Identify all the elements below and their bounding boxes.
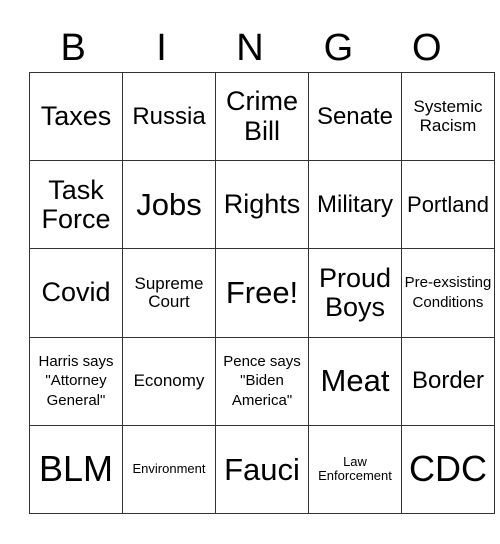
bingo-cell[interactable]: Environment [122,424,216,515]
bingo-cell[interactable]: Proud Boys [308,248,402,338]
bingo-cell[interactable]: CDC [401,424,495,515]
bingo-cell-text: Border [411,367,485,395]
bingo-cell[interactable]: Russia [122,71,216,162]
bingo-cell-text: Senate [316,102,394,130]
bingo-cell[interactable]: Jobs [122,160,216,250]
bingo-row: Harris says "Attorney General" Economy Pen… [29,336,495,426]
bingo-cell[interactable]: Rights [215,160,309,250]
bingo-row: Task Force Jobs Rights Military Portland [29,160,495,250]
bingo-cell[interactable]: Pre-exsisting Conditions [401,248,495,338]
bingo-grid: Taxes Russia Crime Bill Senate Systemic Raci… [29,71,495,515]
bingo-cell-text: Systemic Racism [413,97,483,135]
header-letter-o: O [411,27,442,69]
bingo-cell[interactable]: Systemic Racism [401,71,495,162]
bingo-cell-text: Taxes [40,101,112,132]
bingo-cell[interactable]: Border [401,336,495,426]
bingo-cell[interactable]: Crime Bill [215,71,309,162]
bingo-cell[interactable]: Taxes [29,71,123,162]
bingo-cell-text: Economy [133,370,205,390]
bingo-cell[interactable]: Senate [308,71,402,162]
header-letter-g: G [323,27,354,69]
bingo-cell[interactable]: Economy [122,336,216,426]
bingo-cell-text: Pence says "Biden America" [223,352,301,409]
header-letter-i: I [156,27,167,69]
bingo-cell-text: Rights [223,189,301,220]
bingo-cell-text: Harris says "Attorney General" [38,352,114,409]
bingo-cell-text: Military [317,190,393,218]
bingo-cell-text: Supreme Court [134,273,204,311]
bingo-cell-text: Portland [407,191,489,217]
header-letter-n: N [236,27,264,69]
bingo-cell[interactable]: Harris says "Attorney General" [29,336,123,426]
bingo-cell-text: Free! [225,275,299,311]
bingo-cell-text: Proud Boys [318,262,392,322]
bingo-cell[interactable]: BLM [29,424,123,515]
bingo-cell-text: Covid [41,277,111,308]
bingo-cell-text: Task Force [41,174,111,234]
bingo-cell-text: Meat [320,363,390,399]
bingo-cell-text: Jobs [136,187,202,223]
bingo-cell[interactable]: Meat [308,336,402,426]
bingo-cell[interactable]: Portland [401,160,495,250]
bingo-header: B I N G O [29,24,471,72]
bingo-cell-text: Environment [132,461,206,477]
header-letter-b: B [60,27,86,69]
bingo-cell-text: Law Enforcement [318,454,392,484]
bingo-cell[interactable]: Law Enforcement [308,424,402,515]
bingo-cell[interactable]: Task Force [29,160,123,250]
bingo-cell[interactable]: Supreme Court [122,248,216,338]
bingo-cell[interactable]: Fauci [215,424,309,515]
bingo-cell-text: Russia [132,102,206,130]
bingo-cell[interactable]: Pence says "Biden America" [215,336,309,426]
bingo-cell-text: Fauci [224,451,300,487]
bingo-cell-text: Pre-exsisting Conditions [404,274,492,311]
bingo-cell-text: Crime Bill [226,86,298,146]
bingo-row: BLM Environment Fauci Law Enforcement CDC [29,424,495,515]
bingo-row: Covid Supreme Court Free! Proud Boys Pre-exs… [29,248,495,338]
bingo-cell[interactable]: Military [308,160,402,250]
bingo-cell[interactable]: Free! [215,248,309,338]
bingo-row: Taxes Russia Crime Bill Senate Systemic Raci… [29,71,495,162]
bingo-cell-text: CDC [409,447,487,489]
bingo-cell-text: BLM [38,447,114,489]
bingo-cell[interactable]: Covid [29,248,123,338]
